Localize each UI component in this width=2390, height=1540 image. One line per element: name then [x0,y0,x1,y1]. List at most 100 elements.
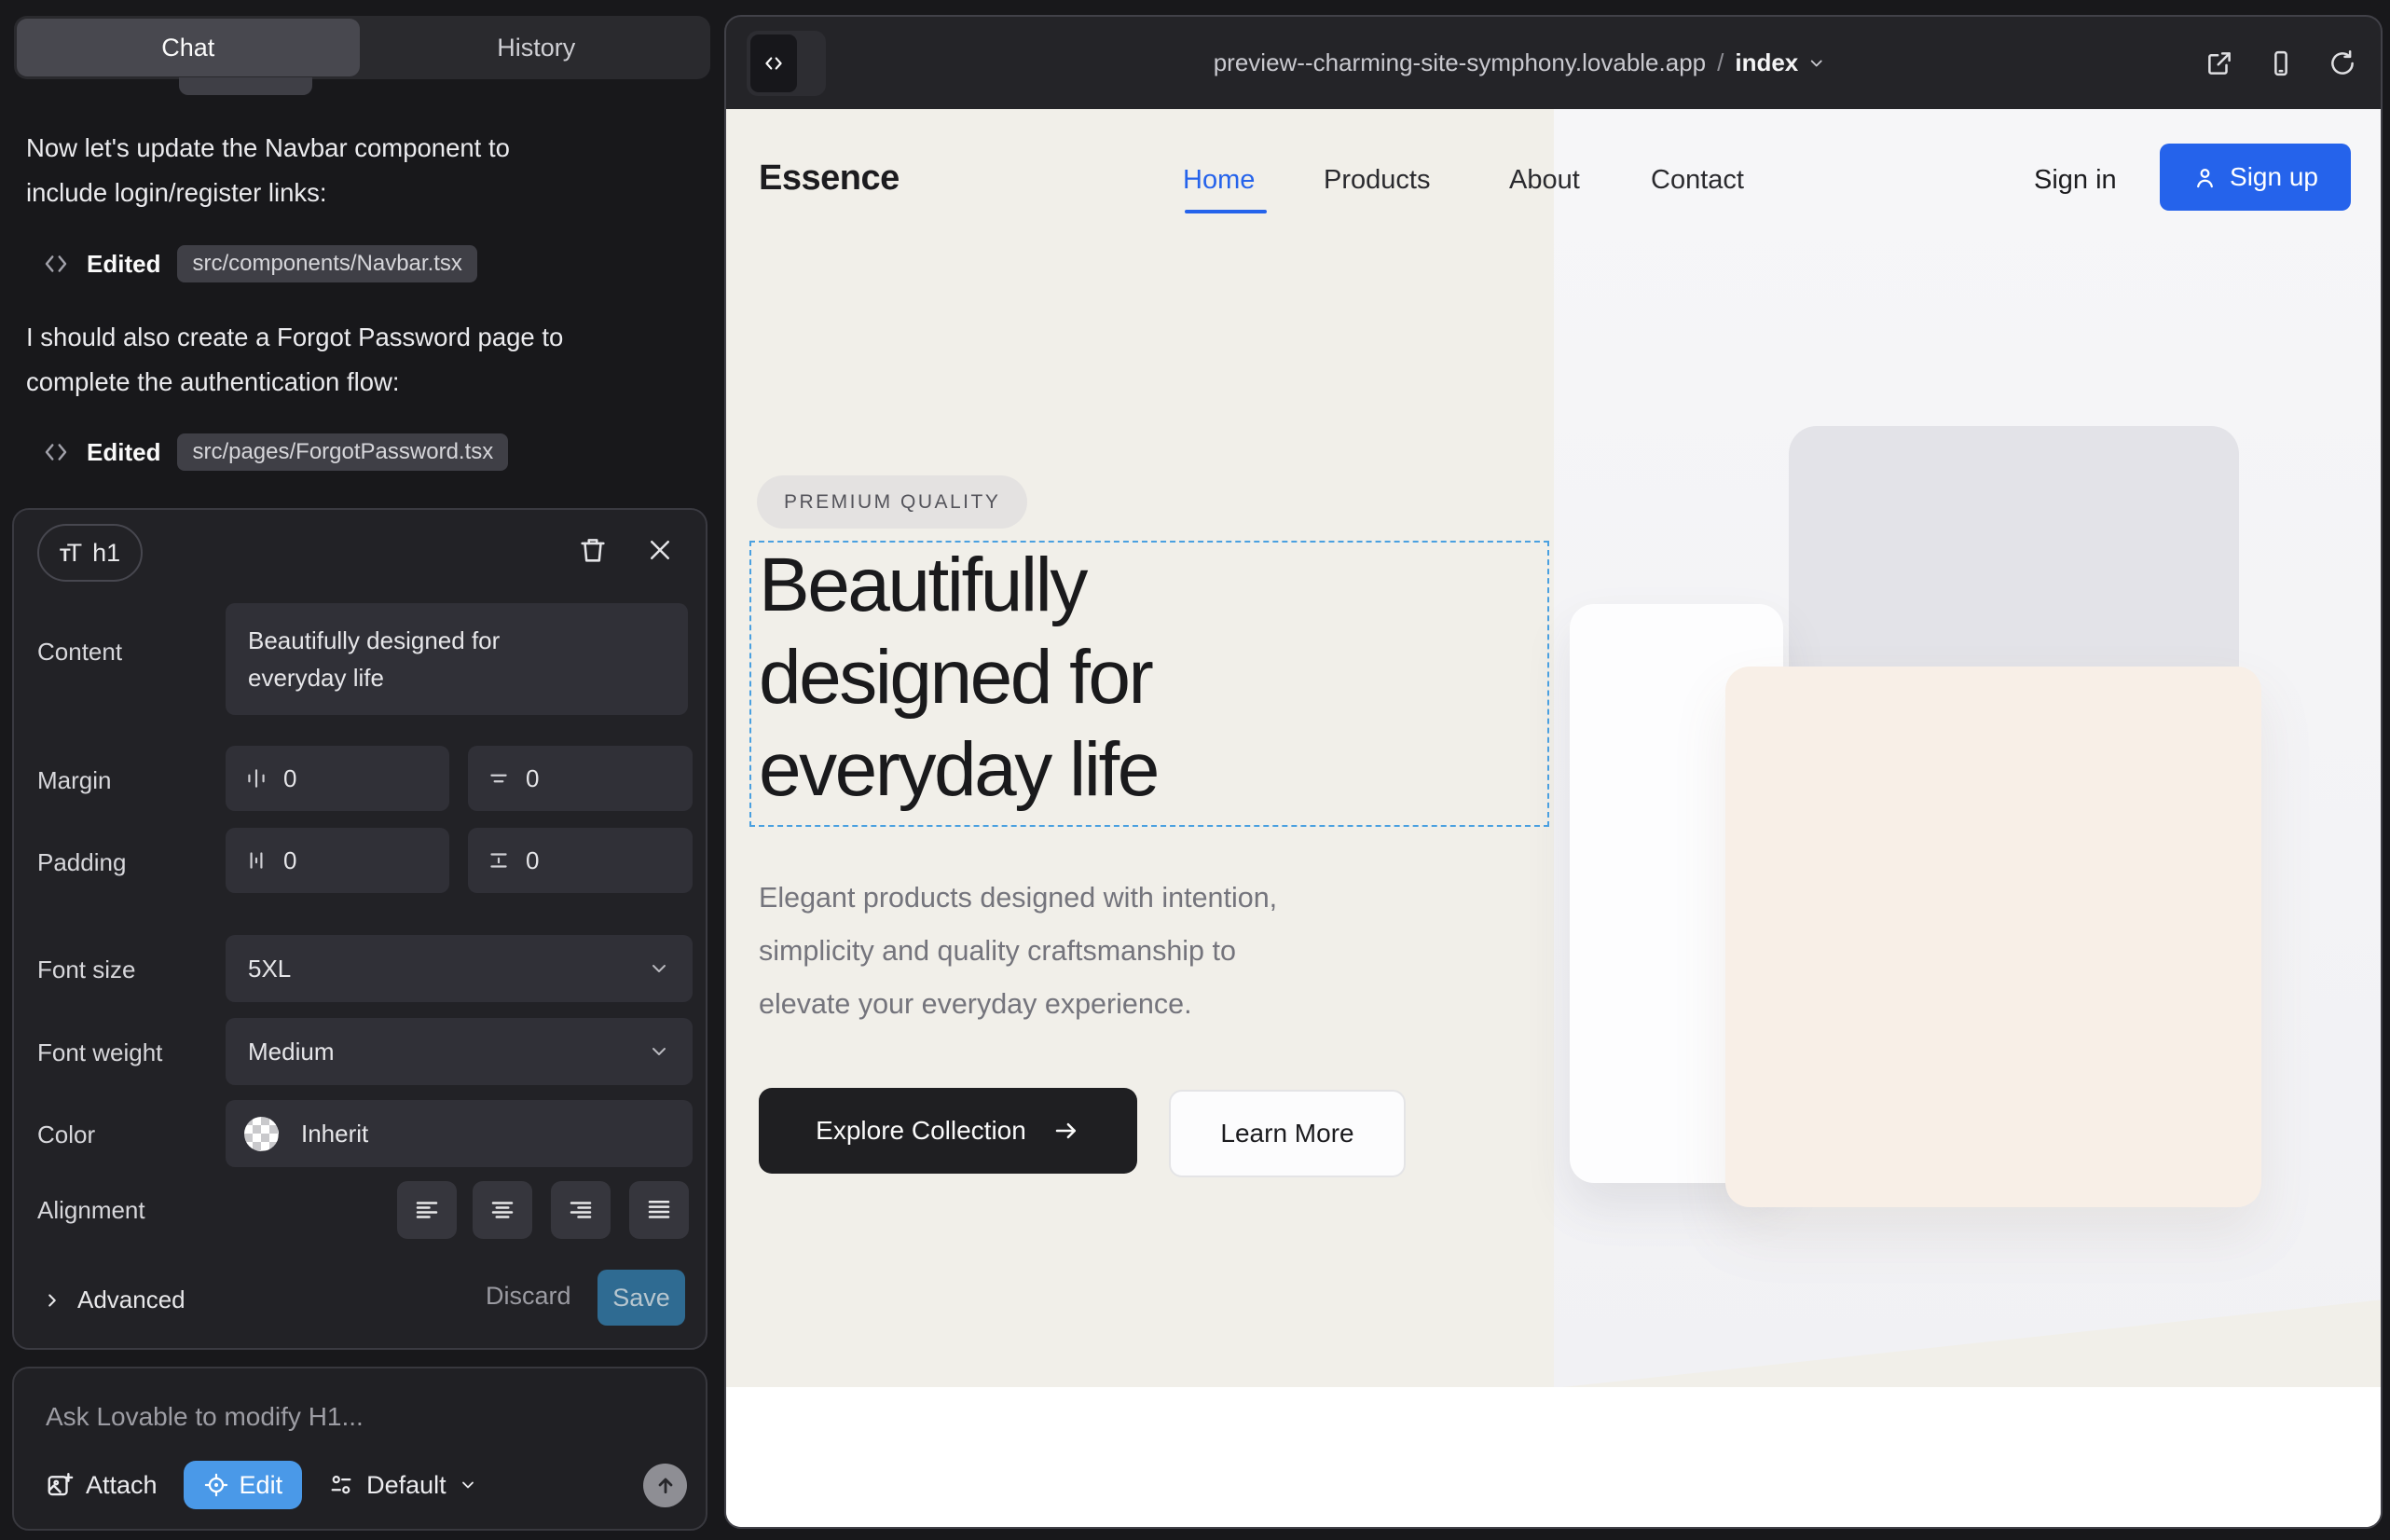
chat-sidebar: Chat History Now let's update the Navbar… [0,0,724,1540]
placeholder-card-beige [1725,667,2261,1207]
code-icon [750,34,797,92]
preview-toolbar: preview--charming-site-symphony.lovable.… [726,17,2381,109]
font-size-label: Font size [37,956,136,984]
trash-icon [577,534,609,566]
color-select[interactable]: Inherit [226,1100,693,1167]
preview-page: index [1735,48,1798,77]
align-left-button[interactable] [397,1181,457,1239]
color-label: Color [37,1121,95,1149]
preview-window: preview--charming-site-symphony.lovable.… [724,15,2383,1529]
padding-horizontal-icon [244,848,268,873]
close-icon [646,536,674,564]
next-section [726,1387,2381,1527]
tab-history[interactable]: History [365,19,708,76]
premium-quality-badge: PREMIUM QUALITY [757,475,1027,529]
font-weight-select[interactable]: Medium [226,1018,693,1085]
advanced-toggle[interactable]: Advanced [42,1286,185,1314]
align-center-button[interactable] [473,1181,532,1239]
composer-input[interactable]: Ask Lovable to modify H1... [46,1402,364,1432]
padding-y-input[interactable]: 0 [468,828,693,893]
url-bar[interactable]: preview--charming-site-symphony.lovable.… [1214,17,1826,109]
align-left-icon [413,1196,441,1224]
edit-mode-button[interactable]: Edit [184,1461,303,1509]
content-textarea[interactable]: Beautifully designed for everyday life [226,603,688,715]
padding-vertical-icon [487,848,511,873]
hero-paragraph: Elegant products designed with intention… [759,872,1277,1031]
lovable-editor: Chat History Now let's update the Navbar… [0,0,2390,1540]
truncated-file-chip[interactable] [179,77,312,95]
chat-history-tabs: Chat History [14,16,710,79]
close-inspector-button[interactable] [646,536,674,564]
chevron-right-icon [42,1290,62,1311]
explore-collection-button[interactable]: Explore Collection [759,1088,1137,1174]
font-size-select[interactable]: 5XL [226,935,693,1002]
chevron-down-icon [648,957,670,980]
nav-link-contact[interactable]: Contact [1651,165,1744,196]
image-plus-icon [46,1471,74,1499]
edited-label: Edited [87,438,160,467]
target-icon [203,1472,229,1498]
element-inspector: TT h1 Content Beautifully designed for e… [12,508,707,1350]
nav-link-products[interactable]: Products [1324,165,1430,196]
align-justify-button[interactable] [629,1181,689,1239]
preview-domain: preview--charming-site-symphony.lovable.… [1214,48,1706,77]
margin-horizontal-icon [244,766,268,791]
save-button[interactable]: Save [598,1270,685,1326]
refresh-icon [2328,49,2356,77]
edited-label: Edited [87,250,160,279]
margin-x-input[interactable]: 0 [226,746,449,811]
open-in-new-tab-button[interactable] [2205,49,2233,77]
sign-in-link[interactable]: Sign in [2034,165,2117,196]
delete-element-button[interactable] [577,534,609,566]
sign-up-button[interactable]: Sign up [2160,144,2351,211]
transparency-swatch-icon [244,1117,279,1151]
discard-button[interactable]: Discard [480,1281,577,1312]
font-weight-label: Font weight [37,1038,162,1067]
content-label: Content [37,638,122,667]
nav-link-about[interactable]: About [1509,165,1580,196]
smartphone-icon [2267,49,2295,77]
model-selector[interactable]: Default [328,1471,477,1500]
external-link-icon [2205,49,2233,77]
edited-file-row: Edited src/components/Navbar.tsx [42,245,477,282]
user-icon [2192,165,2218,190]
edited-file-row: Edited src/pages/ForgotPassword.tsx [42,433,508,471]
chevron-down-icon [459,1476,477,1494]
file-chip[interactable]: src/components/Navbar.tsx [177,245,476,282]
code-icon [42,250,70,278]
site-preview: Essence Home Products About Contact Sign… [726,109,2381,1527]
sliders-icon [328,1472,354,1498]
margin-vertical-icon [487,766,511,791]
refresh-button[interactable] [2328,49,2356,77]
align-center-icon [488,1196,516,1224]
padding-x-input[interactable]: 0 [226,828,449,893]
alignment-label: Alignment [37,1196,145,1225]
chat-message: I should also create a Forgot Password p… [26,315,697,405]
mobile-view-button[interactable] [2267,49,2295,77]
align-justify-icon [645,1196,673,1224]
margin-y-input[interactable]: 0 [468,746,693,811]
chevron-down-icon [648,1040,670,1063]
arrow-up-icon [653,1473,678,1497]
selected-h1-element[interactable]: Beautifully designed for everyday life [749,541,1549,827]
site-logo[interactable]: Essence [759,158,900,199]
send-button[interactable] [643,1464,687,1507]
attach-button[interactable]: Attach [46,1471,158,1500]
chat-composer: Ask Lovable to modify H1... Attach Edit … [12,1367,707,1531]
hero-heading: Beautifully designed for everyday life [759,539,1158,816]
align-right-icon [567,1196,595,1224]
tab-chat[interactable]: Chat [17,19,360,76]
type-icon: TT [60,539,82,568]
nav-link-home[interactable]: Home [1183,165,1255,196]
active-nav-underline [1185,210,1267,213]
selected-element-tag: TT h1 [37,524,143,582]
align-right-button[interactable] [551,1181,611,1239]
chevron-down-icon [1806,54,1825,73]
padding-label: Padding [37,848,126,877]
margin-label: Margin [37,766,111,795]
chat-message: Now let's update the Navbar component to… [26,126,697,215]
code-view-toggle[interactable] [747,31,826,96]
learn-more-button[interactable]: Learn More [1169,1090,1406,1177]
file-chip[interactable]: src/pages/ForgotPassword.tsx [177,433,508,471]
code-icon [42,438,70,466]
